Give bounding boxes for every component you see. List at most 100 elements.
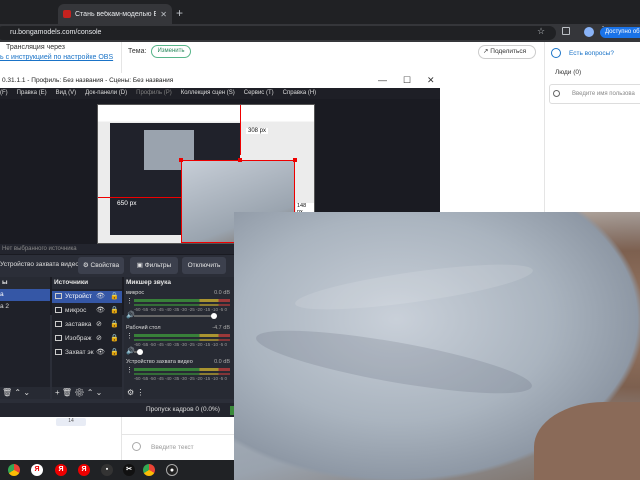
bookmark-star-icon[interactable]: ☆: [537, 26, 545, 37]
lock-icon[interactable]: 🔒: [110, 347, 119, 359]
source-item[interactable]: микрос 👁 🔒: [52, 305, 122, 317]
extensions-icon[interactable]: [562, 27, 570, 35]
mixer-menu-dots-icon[interactable]: ⋮: [126, 332, 133, 340]
volume-slider[interactable]: [134, 313, 217, 319]
mixer-channel-db: -4.7 dB: [212, 325, 230, 331]
minimize-icon[interactable]: —: [378, 73, 387, 88]
obs-icon[interactable]: ●: [166, 464, 178, 476]
media-icon: [55, 321, 62, 328]
tab-title: Стань вебкам-моделью Бонг: [75, 10, 157, 18]
lock-icon[interactable]: 🔒: [110, 319, 119, 331]
visibility-eye-icon[interactable]: 👁: [96, 291, 105, 303]
resize-handle[interactable]: [179, 158, 183, 162]
questions-link[interactable]: Есть вопросы?: [569, 50, 614, 57]
menu-tools[interactable]: Сервис (T): [244, 88, 274, 99]
remove-source-icon[interactable]: 🗑: [62, 388, 72, 397]
volume-slider[interactable]: [134, 349, 143, 355]
scenes-dock: ы а а 2 🗑 ⌃ ⌄: [0, 277, 50, 399]
move-down-icon[interactable]: ⌄: [96, 388, 103, 397]
lock-icon[interactable]: 🔒: [110, 291, 119, 303]
mixer-menu-dots-icon[interactable]: ⋮: [126, 297, 133, 305]
scene-item[interactable]: а 2: [0, 301, 50, 313]
resize-handle[interactable]: [238, 158, 242, 162]
filters-button[interactable]: ▣ Фильтры: [130, 257, 178, 274]
scenes-list: а а 2: [0, 289, 50, 389]
audio-meter: [134, 334, 230, 337]
lock-icon[interactable]: 🔒: [110, 333, 119, 345]
move-up-icon[interactable]: ⌃: [87, 388, 94, 397]
scene-item[interactable]: а: [0, 289, 50, 301]
yandex-icon[interactable]: Я: [31, 464, 43, 476]
menu-docks[interactable]: Док-панели (D): [85, 88, 127, 99]
close-tab-icon[interactable]: ✕: [160, 10, 167, 19]
add-source-icon[interactable]: +: [55, 388, 60, 397]
properties-button[interactable]: ⚙ Свойства: [78, 257, 124, 274]
obs-titlebar: 0.31.1.1 - Профиль: Без названия - Сцены…: [0, 73, 440, 88]
update-available-button[interactable]: Доступно обно: [600, 27, 640, 38]
mixer-menu-icon[interactable]: ⋮: [136, 388, 144, 397]
remove-scene-icon[interactable]: 🗑: [2, 388, 12, 397]
obs-title: 0.31.1.1 - Профиль: Без названия - Сцены…: [2, 77, 174, 84]
mixer-channel-db: 0.0 dB: [214, 290, 230, 296]
hidden-eye-icon[interactable]: ⊘: [96, 333, 102, 345]
profile-avatar-icon[interactable]: [584, 27, 594, 37]
deactivate-button[interactable]: Отключить: [182, 257, 226, 274]
audio-meter: [134, 339, 230, 341]
volume-slider-knob[interactable]: [137, 349, 143, 355]
change-theme-button[interactable]: Изменить: [151, 45, 191, 58]
camera-image-detail: [534, 402, 640, 480]
menu-edit[interactable]: Правка (E): [17, 88, 47, 99]
mixer-settings-icon[interactable]: ⚙: [127, 388, 134, 397]
address-bar[interactable]: ru.bongamodels.com/console: [0, 26, 556, 40]
sources-dock: Источники Устройст 👁 🔒 микрос 👁 🔒 заставка ⊘ 🔒…: [52, 277, 122, 399]
distance-label-left: 650 px: [115, 200, 139, 207]
chrome-icon[interactable]: [143, 464, 155, 476]
browser-tab-active[interactable]: Стань вебкам-моделью Бонг ✕: [58, 4, 172, 24]
menu-view[interactable]: Вид (V): [56, 88, 77, 99]
dropped-frames-status: Пропуск кадров 0 (0.0%): [146, 406, 220, 413]
people-label-text: Люди: [555, 69, 572, 76]
lock-icon[interactable]: 🔒: [110, 305, 119, 317]
menu-file[interactable]: (F): [0, 88, 8, 99]
close-window-icon[interactable]: ✕: [427, 73, 435, 88]
source-item[interactable]: Устройст 👁 🔒: [52, 291, 122, 303]
menu-help[interactable]: Справка (H): [283, 88, 317, 99]
resize-handle[interactable]: [293, 158, 297, 162]
capcut-icon[interactable]: ✂: [123, 464, 135, 476]
message-placeholder: Введите текст: [151, 444, 194, 451]
source-label: микрос: [65, 307, 87, 314]
taskbar: Я Я Я ▪ ✂ ●: [0, 460, 234, 480]
visibility-eye-icon[interactable]: 👁: [96, 347, 105, 359]
mixer-scale: -60 -55 -50 -45 -40 -35 -30 -25 -20 -15 …: [134, 342, 228, 347]
move-up-icon[interactable]: ⌃: [14, 388, 21, 397]
visibility-eye-icon[interactable]: 👁: [96, 305, 105, 317]
hidden-eye-icon[interactable]: ⊘: [96, 319, 102, 331]
search-icon: [553, 90, 560, 97]
yandex-browser-icon[interactable]: Я: [78, 464, 90, 476]
user-search-placeholder: Введите имя пользова: [572, 91, 635, 97]
volume-slider-knob[interactable]: [211, 313, 217, 319]
source-item[interactable]: Изображ ⊘ 🔒: [52, 333, 122, 345]
settings-gear-icon[interactable]: ⚙: [74, 388, 84, 397]
source-item[interactable]: заставка ⊘ 🔒: [52, 319, 122, 331]
question-icon: [551, 48, 561, 58]
menu-profile[interactable]: Профиль (P): [136, 88, 172, 99]
new-tab-icon[interactable]: +: [176, 6, 183, 20]
maximize-icon[interactable]: ☐: [403, 73, 411, 88]
app-icon[interactable]: ▪: [101, 464, 113, 476]
mixer-menu-dots-icon[interactable]: ⋮: [126, 366, 133, 374]
theme-label: Тема:: [128, 48, 147, 55]
move-down-icon[interactable]: ⌄: [23, 388, 30, 397]
obs-instructions-link[interactable]: ь с инструкцией по настройке OBS: [0, 54, 113, 61]
audio-meter: [134, 299, 230, 302]
audio-meter: [134, 304, 230, 306]
yandex-browser-icon[interactable]: Я: [55, 464, 67, 476]
sources-header: Источники: [54, 279, 89, 286]
audio-mixer-dock: Микшер звука микрос 0.0 dB ⋮ -60 -55 -50…: [124, 277, 234, 399]
menu-scene-collection[interactable]: Коллекция сцен (S): [181, 88, 235, 99]
camera-image-detail: [252, 317, 536, 407]
chrome-icon[interactable]: [8, 464, 20, 476]
source-item[interactable]: Захват эк 👁 🔒: [52, 347, 122, 359]
share-button[interactable]: ↗ Поделиться: [478, 45, 536, 59]
selected-source-name: Устройство захвата видео: [0, 261, 79, 268]
